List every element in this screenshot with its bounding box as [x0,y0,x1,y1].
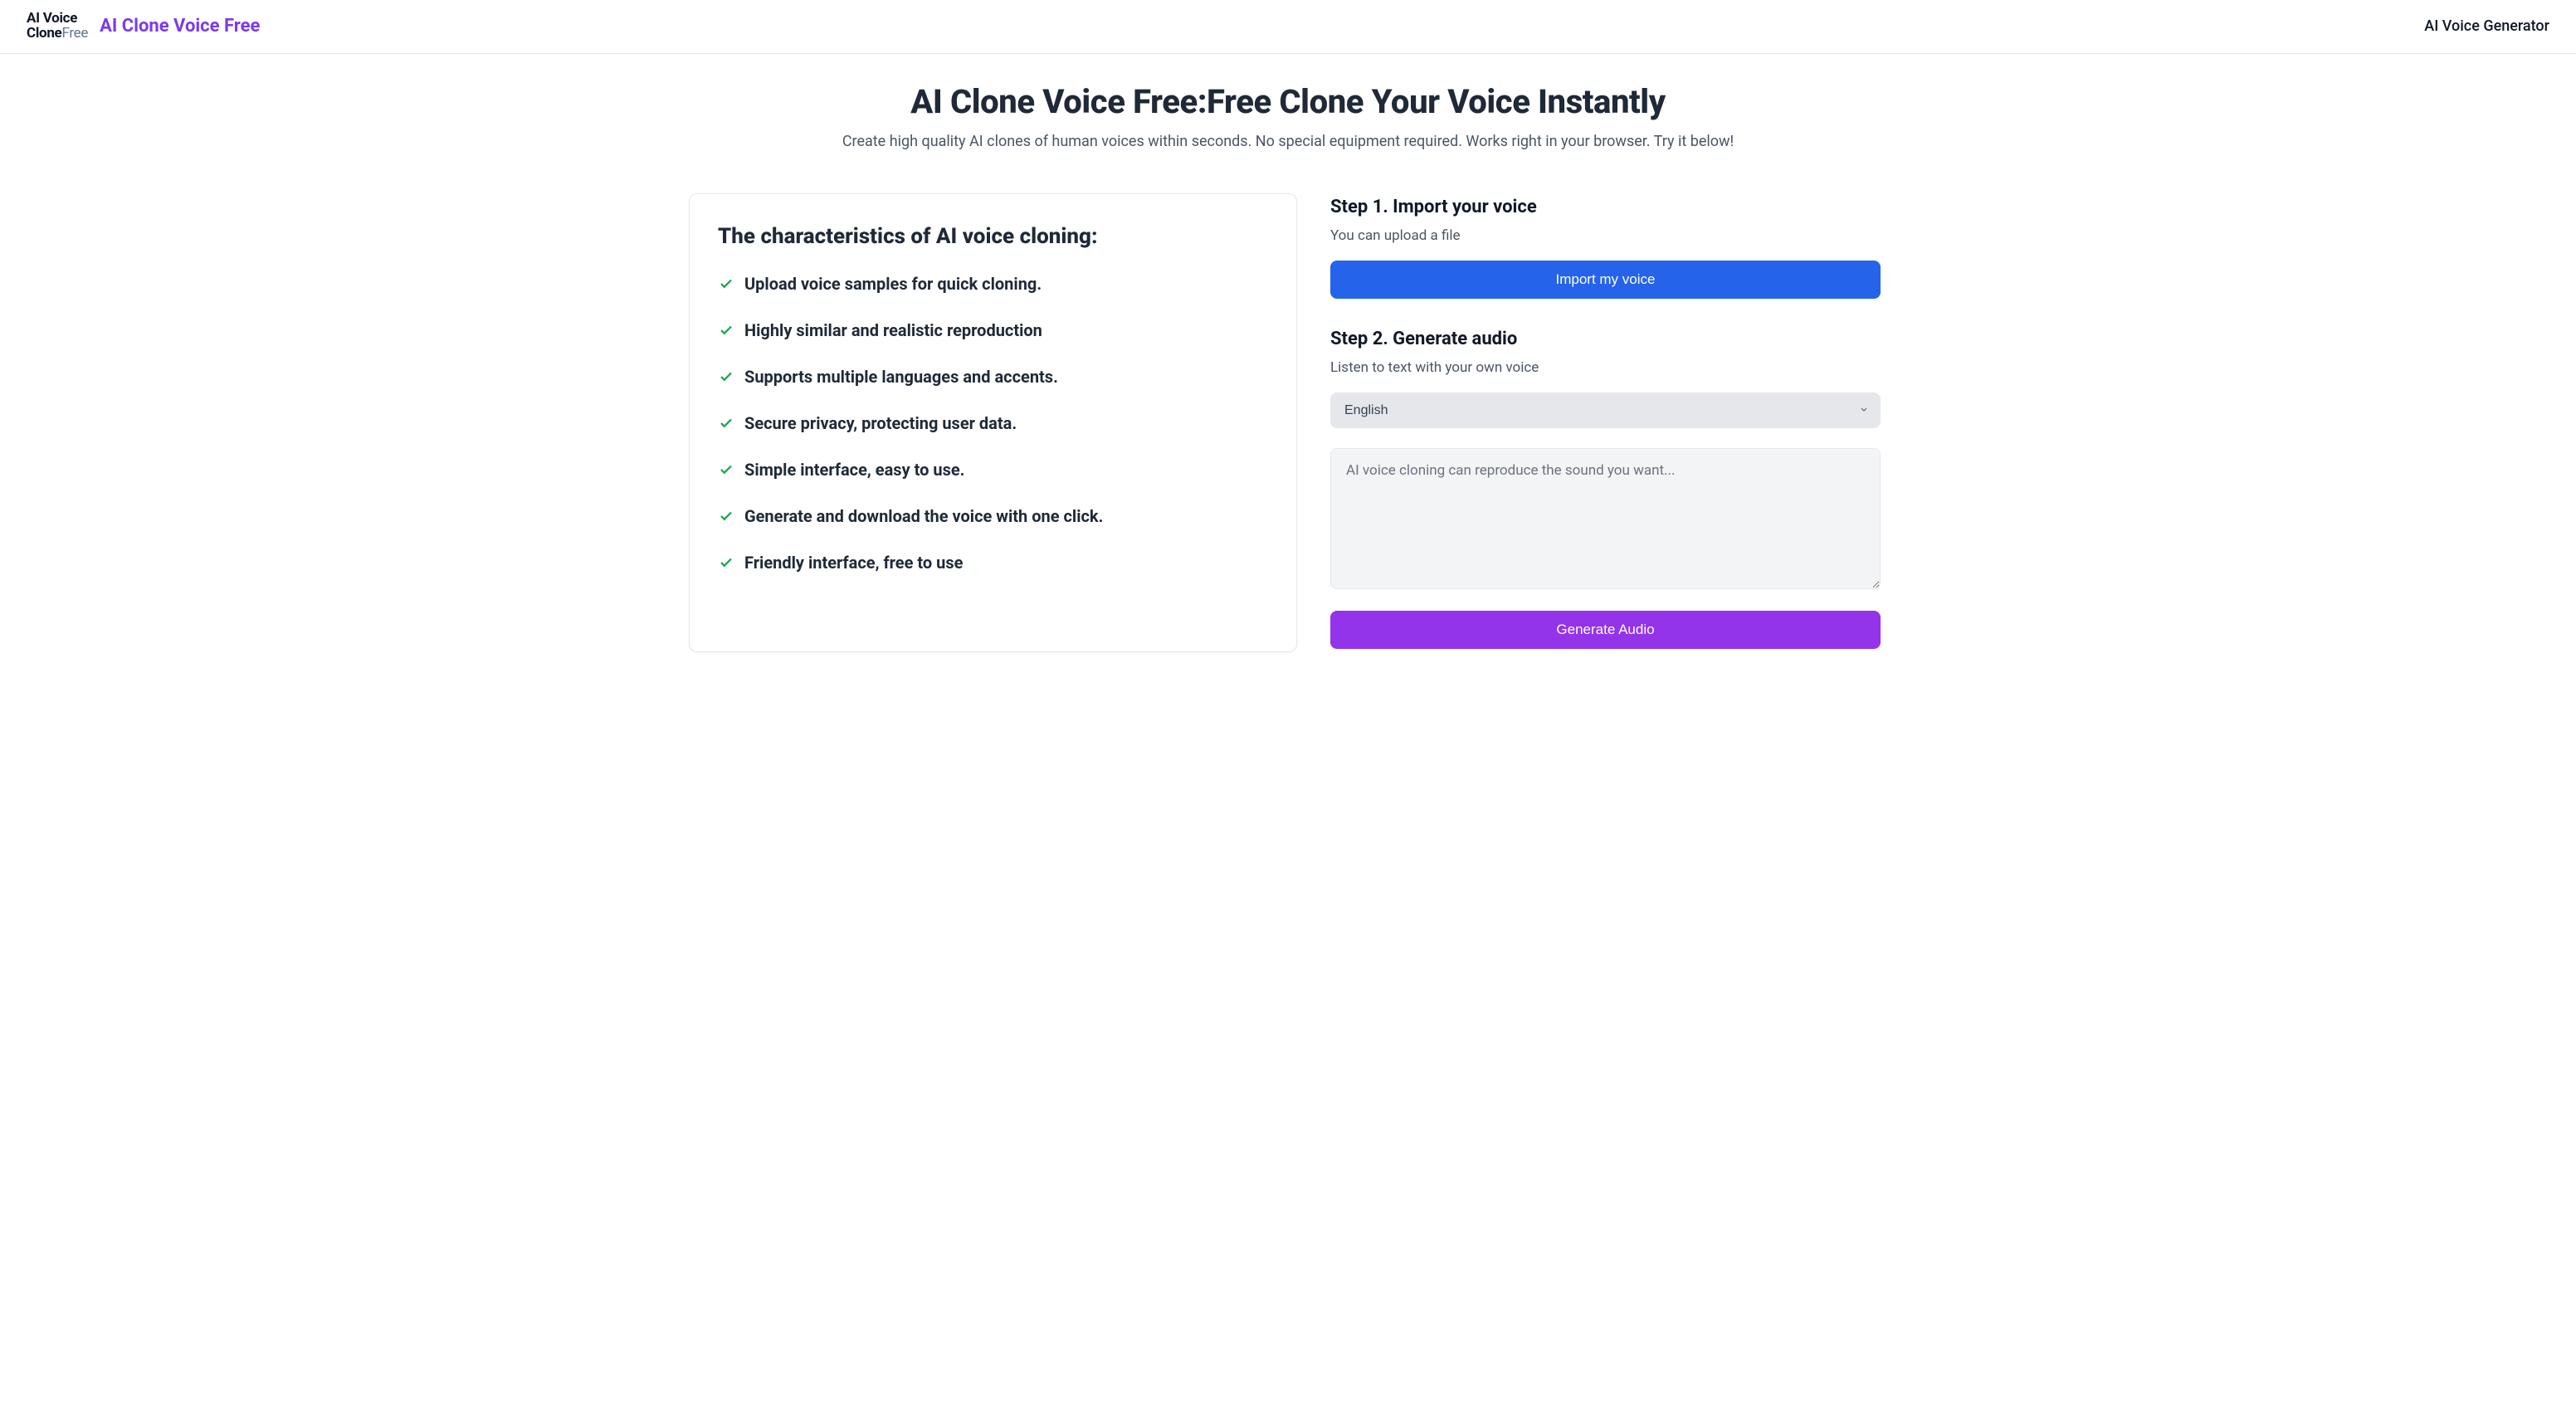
check-icon [718,461,734,478]
feature-item: Friendly interface, free to use [718,553,1268,573]
feature-text: Simple interface, easy to use. [744,460,964,480]
language-select[interactable]: English [1330,392,1881,428]
check-icon [718,554,734,571]
nav-link-generator[interactable]: AI Voice Generator [2424,17,2549,35]
feature-item: Supports multiple languages and accents. [718,367,1268,387]
features-panel: The characteristics of AI voice cloning:… [689,193,1297,652]
feature-text: Generate and download the voice with one… [744,506,1103,526]
step2: Step 2. Generate audio Listen to text wi… [1330,329,1881,649]
hero-subtitle: Create high quality AI clones of human v… [17,133,2559,150]
check-icon [718,508,734,524]
feature-item: Generate and download the voice with one… [718,506,1268,526]
step1-title: Step 1. Import your voice [1330,197,1881,217]
feature-text: Friendly interface, free to use [744,553,963,573]
hero-title: AI Clone Voice Free:Free Clone Your Voic… [17,82,2559,121]
logo-line2: CloneFree [27,27,88,41]
language-select-wrap: English [1330,392,1881,428]
check-icon [718,322,734,339]
main: The characteristics of AI voice cloning:… [666,173,1910,685]
brand-title[interactable]: AI Clone Voice Free [100,16,260,37]
logo[interactable]: AI Voice CloneFree [27,12,88,41]
feature-text: Secure privacy, protecting user data. [744,413,1017,433]
feature-text: Supports multiple languages and accents. [744,367,1058,387]
feature-item: Upload voice samples for quick cloning. [718,274,1268,294]
generate-audio-button[interactable]: Generate Audio [1330,611,1881,649]
logo-line2-light: Free [61,25,88,41]
feature-item: Highly similar and realistic reproductio… [718,320,1268,340]
hero: AI Clone Voice Free:Free Clone Your Voic… [0,54,2576,173]
feature-item: Secure privacy, protecting user data. [718,413,1268,433]
import-voice-button[interactable]: Import my voice [1330,261,1881,299]
step1-desc: You can upload a file [1330,227,1881,244]
features-heading: The characteristics of AI voice cloning: [718,224,1268,249]
step2-desc: Listen to text with your own voice [1330,359,1881,376]
check-icon [718,368,734,385]
check-icon [718,415,734,431]
feature-text: Upload voice samples for quick cloning. [744,274,1042,294]
steps-panel: Step 1. Import your voice You can upload… [1327,193,1887,652]
check-icon [718,275,734,292]
header-left: AI Voice CloneFree AI Clone Voice Free [27,12,260,41]
step1: Step 1. Import your voice You can upload… [1330,197,1881,299]
site-header: AI Voice CloneFree AI Clone Voice Free A… [0,0,2576,54]
feature-item: Simple interface, easy to use. [718,460,1268,480]
logo-line2-bold: Clone [27,25,61,41]
step2-title: Step 2. Generate audio [1330,329,1881,349]
text-input[interactable] [1330,448,1881,589]
feature-text: Highly similar and realistic reproductio… [744,320,1042,340]
